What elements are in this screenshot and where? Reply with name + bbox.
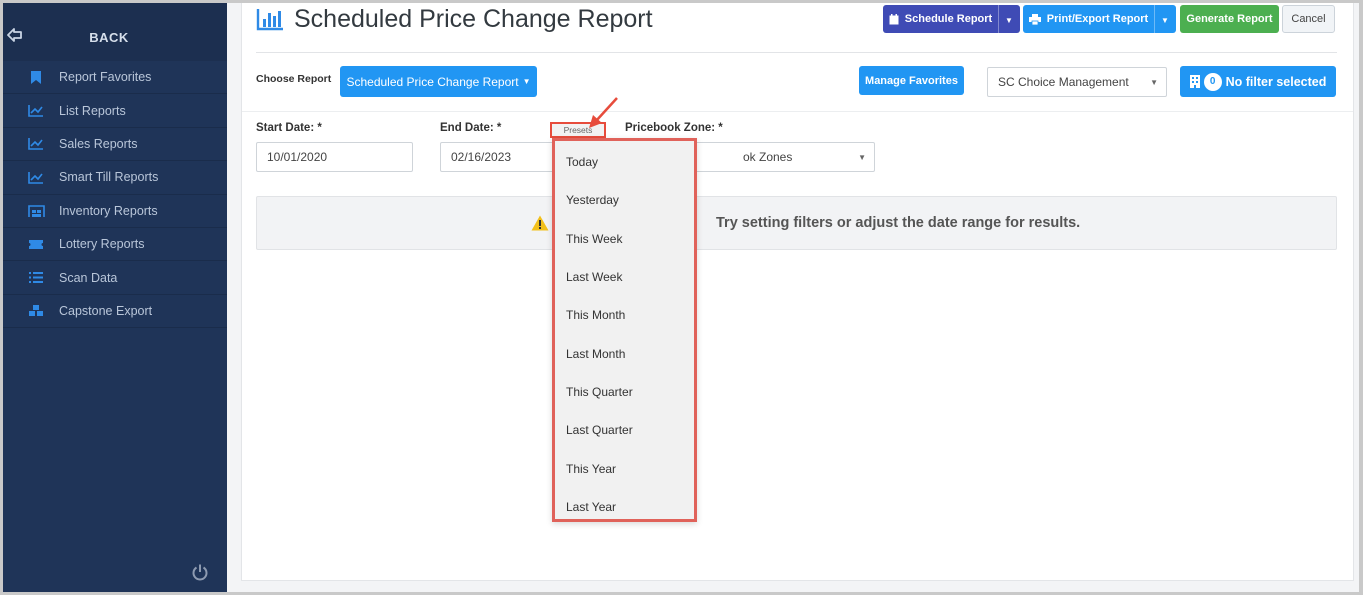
chevron-down-icon[interactable]: ▼ bbox=[1161, 16, 1169, 25]
print-export-button[interactable]: Print/Export Report ▼ bbox=[1023, 5, 1176, 33]
sidebar-nav: Report Favorites List Reports Sales Repo… bbox=[3, 61, 227, 329]
sidebar-item-inventory-reports[interactable]: Inventory Reports bbox=[3, 195, 227, 228]
preset-this-week[interactable]: This Week bbox=[555, 220, 694, 258]
sidebar-item-label: Smart Till Reports bbox=[59, 170, 159, 185]
filter-count-badge: 0 bbox=[1203, 72, 1222, 91]
manage-favorites-button[interactable]: Manage Favorites bbox=[859, 66, 964, 95]
preset-yesterday[interactable]: Yesterday bbox=[555, 181, 694, 219]
cancel-button[interactable]: Cancel bbox=[1282, 5, 1335, 33]
sidebar-item-label: Scan Data bbox=[59, 270, 118, 285]
schedule-report-label: Schedule Report bbox=[904, 13, 993, 25]
sidebar-item-label: Lottery Reports bbox=[59, 237, 145, 252]
bookmark-icon bbox=[27, 70, 45, 85]
ticket-icon bbox=[27, 239, 45, 250]
bar-chart-icon bbox=[256, 7, 284, 36]
sidebar-item-scan-data[interactable]: Scan Data bbox=[3, 261, 227, 295]
line-chart-icon bbox=[27, 171, 45, 184]
presets-list: Today Yesterday This Week Last Week This… bbox=[555, 141, 694, 526]
caret-down-icon: ▼ bbox=[1150, 78, 1158, 87]
preset-last-quarter[interactable]: Last Quarter bbox=[555, 411, 694, 449]
back-label: BACK bbox=[89, 30, 129, 45]
sidebar-item-capstone-export[interactable]: Capstone Export bbox=[3, 295, 227, 329]
line-chart-icon bbox=[27, 104, 45, 117]
line-chart-icon bbox=[27, 137, 45, 151]
presets-dropdown: Today Yesterday This Week Last Week This… bbox=[552, 138, 697, 522]
end-date-label: End Date: * bbox=[440, 122, 502, 134]
warning-icon bbox=[531, 215, 549, 236]
split-divider bbox=[1154, 5, 1155, 33]
sidebar-item-label: Inventory Reports bbox=[59, 203, 158, 218]
back-button[interactable]: BACK bbox=[3, 3, 227, 61]
sidebar-item-report-favorites[interactable]: Report Favorites bbox=[3, 61, 227, 95]
page-title: Scheduled Price Change Report bbox=[294, 5, 653, 33]
chevron-down-icon[interactable]: ▼ bbox=[1005, 16, 1013, 25]
power-icon[interactable] bbox=[191, 563, 209, 586]
generate-report-button[interactable]: Generate Report bbox=[1180, 5, 1279, 33]
zone-select-value: ok Zones bbox=[743, 150, 793, 164]
divider bbox=[242, 111, 1353, 112]
print-export-label: Print/Export Report bbox=[1046, 13, 1149, 25]
sidebar-item-sales-reports[interactable]: Sales Reports bbox=[3, 128, 227, 162]
preset-this-month[interactable]: This Month bbox=[555, 296, 694, 334]
app-frame: BACK Report Favorites List Reports Sales… bbox=[3, 3, 1359, 592]
cubes-icon bbox=[27, 304, 45, 318]
annotation-arrow-icon bbox=[589, 97, 618, 128]
sidebar-item-label: Report Favorites bbox=[59, 70, 152, 85]
preset-last-month[interactable]: Last Month bbox=[555, 334, 694, 372]
building-icon bbox=[1189, 75, 1200, 88]
filter-label: No filter selected bbox=[1225, 74, 1327, 89]
preset-today[interactable]: Today bbox=[555, 143, 694, 181]
calendar-icon bbox=[889, 13, 899, 25]
sidebar-item-list-reports[interactable]: List Reports bbox=[3, 94, 227, 128]
split-divider bbox=[998, 5, 999, 33]
choose-report-label: Choose Report bbox=[256, 73, 332, 85]
sidebar: BACK Report Favorites List Reports Sales… bbox=[3, 3, 227, 592]
sidebar-item-label: List Reports bbox=[59, 103, 126, 118]
start-date-label: Start Date: * bbox=[256, 122, 322, 134]
list-icon bbox=[27, 271, 45, 284]
no-results-alert: Try setting filters or adjust the date r… bbox=[256, 196, 1337, 250]
divider bbox=[256, 52, 1337, 53]
caret-down-icon: ▼ bbox=[858, 153, 866, 162]
caret-down-icon: ▼ bbox=[522, 77, 531, 86]
end-date-input[interactable]: 02/16/2023 bbox=[440, 142, 560, 172]
schedule-report-button[interactable]: Schedule Report ▼ bbox=[883, 5, 1020, 33]
preset-last-year[interactable]: Last Year bbox=[555, 488, 694, 526]
warehouse-icon bbox=[27, 204, 45, 218]
filter-button[interactable]: 0 No filter selected bbox=[1180, 66, 1336, 97]
start-date-input[interactable]: 10/01/2020 bbox=[256, 142, 413, 172]
choose-report-value: Scheduled Price Change Report bbox=[346, 74, 519, 89]
printer-icon bbox=[1028, 13, 1041, 25]
report-panel: Scheduled Price Change Report Schedule R… bbox=[241, 3, 1354, 581]
preset-last-week[interactable]: Last Week bbox=[555, 258, 694, 296]
preset-this-year[interactable]: This Year bbox=[555, 449, 694, 487]
sidebar-item-label: Capstone Export bbox=[59, 303, 153, 318]
store-select[interactable]: SC Choice Management ▼ bbox=[987, 67, 1167, 97]
pricebook-zone-select[interactable]: ok Zones ▼ bbox=[682, 142, 875, 172]
alert-text: Try setting filters or adjust the date r… bbox=[716, 215, 1081, 231]
choose-report-dropdown[interactable]: Scheduled Price Change Report ▼ bbox=[340, 66, 537, 97]
sidebar-item-label: Sales Reports bbox=[59, 136, 138, 151]
sidebar-item-smart-till-reports[interactable]: Smart Till Reports bbox=[3, 161, 227, 195]
pricebook-zone-label: Pricebook Zone: * bbox=[625, 122, 723, 134]
sidebar-item-lottery-reports[interactable]: Lottery Reports bbox=[3, 228, 227, 262]
preset-this-quarter[interactable]: This Quarter bbox=[555, 373, 694, 411]
store-select-value: SC Choice Management bbox=[998, 75, 1129, 89]
